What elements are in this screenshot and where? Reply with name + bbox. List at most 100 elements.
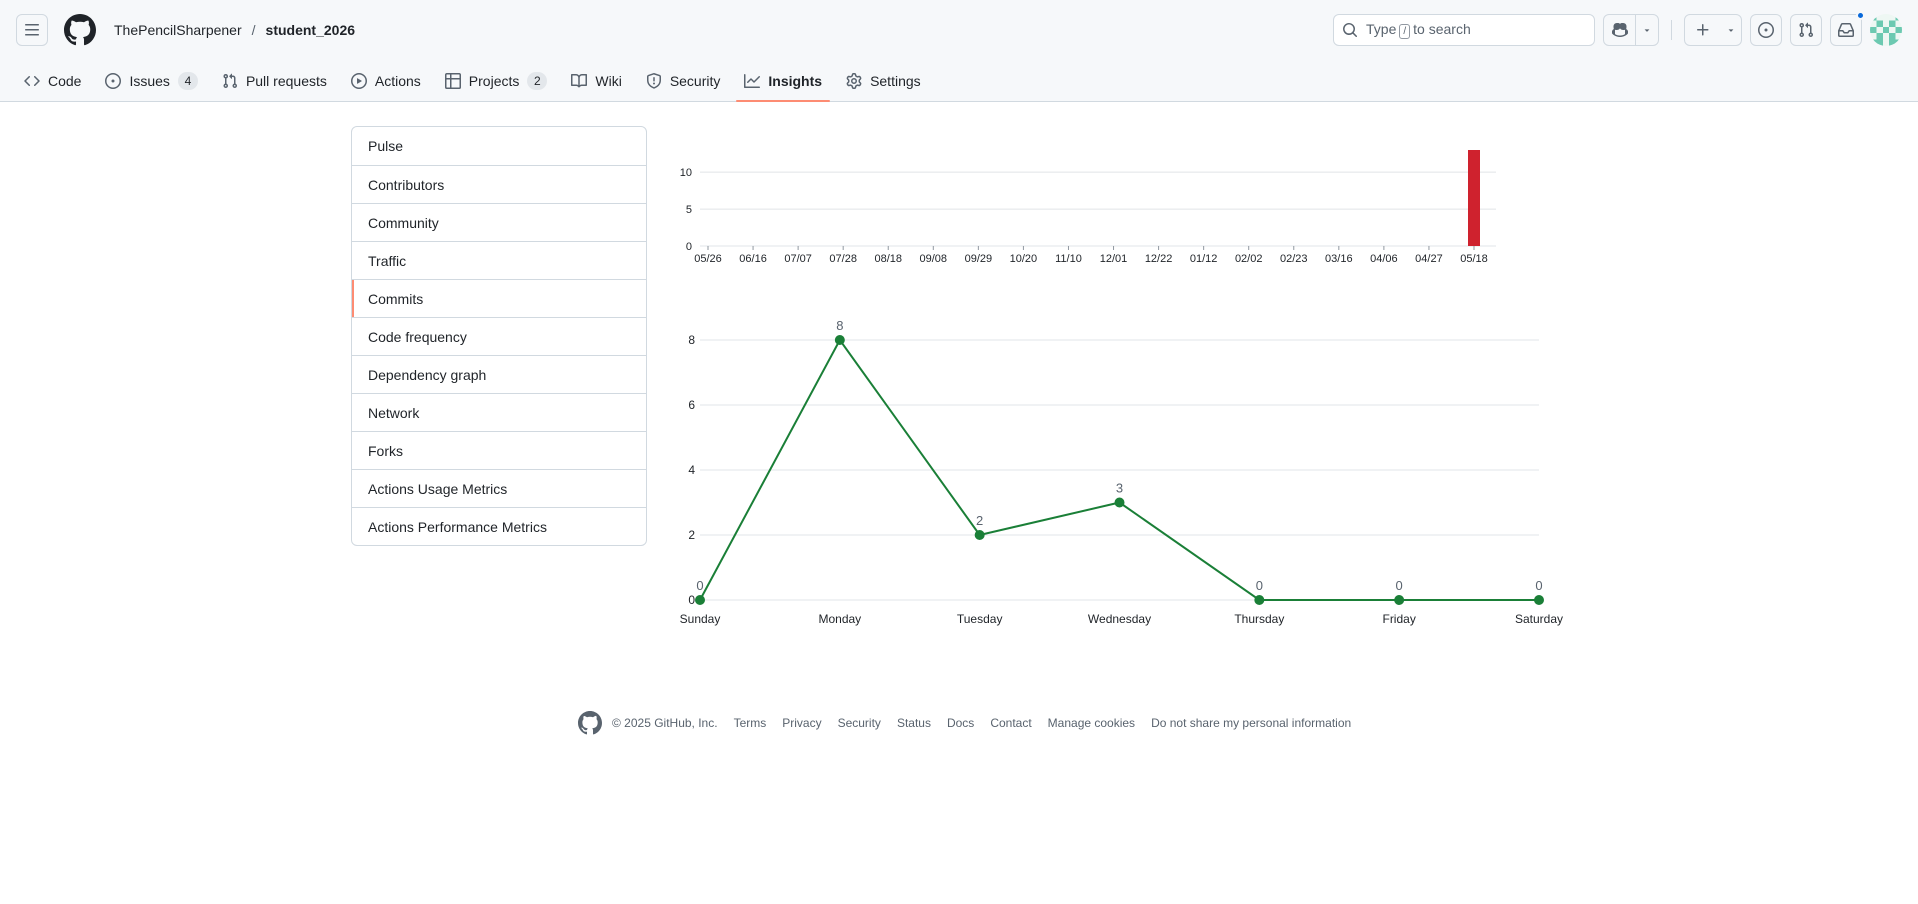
sidebar-item-community[interactable]: Community bbox=[352, 203, 646, 241]
data-label: 0 bbox=[1535, 578, 1542, 593]
sidebar-item-traffic[interactable]: Traffic bbox=[352, 241, 646, 279]
data-label: 2 bbox=[976, 513, 983, 528]
tab-label: Actions bbox=[374, 73, 421, 89]
tab-wiki[interactable]: Wiki bbox=[563, 60, 629, 102]
search-suffix: to search bbox=[1413, 21, 1471, 37]
sidebar-item-pulse[interactable]: Pulse bbox=[352, 127, 646, 165]
tab-label: Issues bbox=[129, 73, 170, 89]
sidebar-item-commits[interactable]: Commits bbox=[352, 279, 646, 317]
y-tick-label: 2 bbox=[688, 528, 695, 542]
data-point bbox=[834, 335, 845, 345]
data-label: 3 bbox=[1116, 481, 1123, 496]
y-tick-label: 8 bbox=[688, 333, 695, 347]
owner-link[interactable]: ThePencilSharpener bbox=[110, 18, 246, 42]
header-divider bbox=[1671, 20, 1672, 40]
breadcrumb-separator: / bbox=[251, 22, 256, 38]
x-tick-label: 12/22 bbox=[1145, 253, 1173, 265]
commits-by-day-chart: 0 2 4 6 8 Sunday Monday Tuesday Wednesday Thursda… bbox=[680, 318, 1563, 626]
repo-nav: Code Issues 4 Pull requests Actions Proj… bbox=[0, 60, 1918, 102]
plus-icon[interactable] bbox=[1685, 15, 1721, 45]
tab-insights[interactable]: Insights bbox=[736, 60, 830, 102]
git-pull-request-icon bbox=[1799, 22, 1814, 38]
tab-projects[interactable]: Projects 2 bbox=[437, 60, 556, 102]
x-tick-label: Friday bbox=[1382, 612, 1415, 626]
footer-link-status[interactable]: Status bbox=[897, 716, 931, 730]
tab-code[interactable]: Code bbox=[16, 60, 89, 102]
y-tick-label: 5 bbox=[686, 204, 692, 216]
tab-label: Settings bbox=[870, 73, 921, 89]
footer-link-terms[interactable]: Terms bbox=[734, 716, 767, 730]
sidebar-item-dependency-graph[interactable]: Dependency graph bbox=[352, 355, 646, 393]
code-icon bbox=[24, 75, 40, 87]
x-tick-label: 04/27 bbox=[1415, 253, 1443, 265]
copilot-button[interactable] bbox=[1603, 14, 1659, 46]
y-tick-label: 0 bbox=[686, 241, 692, 253]
tab-settings[interactable]: Settings bbox=[838, 60, 929, 102]
copilot-icon[interactable] bbox=[1604, 15, 1636, 45]
tab-actions[interactable]: Actions bbox=[343, 60, 429, 102]
your-issues-button[interactable] bbox=[1750, 14, 1782, 46]
x-tick-label: 06/16 bbox=[739, 253, 767, 265]
search-prefix: Type bbox=[1366, 21, 1397, 37]
graph-icon bbox=[744, 74, 761, 88]
avatar[interactable] bbox=[1870, 14, 1902, 46]
data-point bbox=[1394, 595, 1405, 605]
x-tick-label: 09/08 bbox=[920, 253, 948, 265]
tab-label: Insights bbox=[768, 73, 823, 89]
tab-security[interactable]: Security bbox=[638, 60, 729, 102]
x-tick-label: 02/02 bbox=[1235, 253, 1263, 265]
footer-link-security[interactable]: Security bbox=[838, 716, 881, 730]
repo-link[interactable]: student_2026 bbox=[262, 18, 359, 42]
copilot-dropdown-icon[interactable] bbox=[1636, 15, 1658, 45]
your-pull-requests-button[interactable] bbox=[1790, 14, 1822, 46]
footer-link-docs[interactable]: Docs bbox=[947, 716, 974, 730]
x-tick-label: 11/10 bbox=[1055, 253, 1082, 265]
tab-label: Projects bbox=[468, 73, 520, 89]
tab-label: Pull requests bbox=[245, 73, 327, 89]
commits-by-week-chart: 0 5 10 05/26 06/16 07/07 07/28 08/18 09/08 09/29 1… bbox=[680, 150, 1496, 265]
search-placeholder: Type / to search bbox=[1366, 21, 1471, 39]
sidebar-item-actions-usage-metrics[interactable]: Actions Usage Metrics bbox=[352, 469, 646, 507]
unread-indicator bbox=[1856, 11, 1865, 20]
sidebar-item-contributors[interactable]: Contributors bbox=[352, 165, 646, 203]
y-tick-label: 4 bbox=[688, 463, 695, 477]
notifications-button[interactable] bbox=[1830, 11, 1865, 46]
x-tick-label: 12/01 bbox=[1100, 253, 1128, 265]
sidebar-item-code-frequency[interactable]: Code frequency bbox=[352, 317, 646, 355]
menu-button[interactable] bbox=[16, 14, 48, 46]
data-point bbox=[1534, 595, 1544, 605]
x-tick-label: 08/18 bbox=[874, 253, 902, 265]
footer-link-contact[interactable]: Contact bbox=[990, 716, 1031, 730]
data-point bbox=[1254, 595, 1265, 605]
data-label: 0 bbox=[1396, 578, 1403, 593]
data-point bbox=[974, 530, 985, 540]
sidebar-item-forks[interactable]: Forks bbox=[352, 431, 646, 469]
github-logo-icon[interactable] bbox=[64, 14, 96, 46]
tab-pull-requests[interactable]: Pull requests bbox=[214, 60, 335, 102]
play-icon bbox=[350, 73, 367, 89]
github-mark-icon[interactable] bbox=[578, 711, 602, 735]
x-tick-label: 07/28 bbox=[829, 253, 857, 265]
create-new-button[interactable] bbox=[1684, 14, 1742, 46]
x-tick-label: Sunday bbox=[680, 612, 721, 626]
footer-link-privacy[interactable]: Privacy bbox=[782, 716, 821, 730]
footer-link-manage-cookies[interactable]: Manage cookies bbox=[1048, 716, 1135, 730]
top-right-actions: Type / to search bbox=[1333, 11, 1902, 46]
x-tick-label: 02/23 bbox=[1280, 253, 1308, 265]
gear-icon bbox=[846, 73, 862, 89]
y-tick-label: 0 bbox=[688, 593, 695, 607]
projects-count-badge: 2 bbox=[527, 72, 548, 90]
x-tick-label: 09/29 bbox=[965, 253, 993, 265]
sidebar-item-network[interactable]: Network bbox=[352, 393, 646, 431]
x-tick-label: 10/20 bbox=[1010, 253, 1038, 265]
x-tick-label: 04/06 bbox=[1370, 253, 1398, 265]
search-input[interactable]: Type / to search bbox=[1333, 14, 1595, 46]
sidebar-item-actions-performance-metrics[interactable]: Actions Performance Metrics bbox=[352, 507, 646, 545]
create-dropdown-icon[interactable] bbox=[1721, 15, 1741, 45]
footer-link-do-not-share[interactable]: Do not share my personal information bbox=[1151, 716, 1351, 730]
x-tick-label: 05/18 bbox=[1460, 253, 1488, 265]
search-icon bbox=[1343, 23, 1357, 37]
insights-sidebar: Pulse Contributors Community Traffic Com… bbox=[351, 126, 647, 546]
table-icon bbox=[444, 73, 461, 89]
tab-issues[interactable]: Issues 4 bbox=[97, 60, 205, 102]
